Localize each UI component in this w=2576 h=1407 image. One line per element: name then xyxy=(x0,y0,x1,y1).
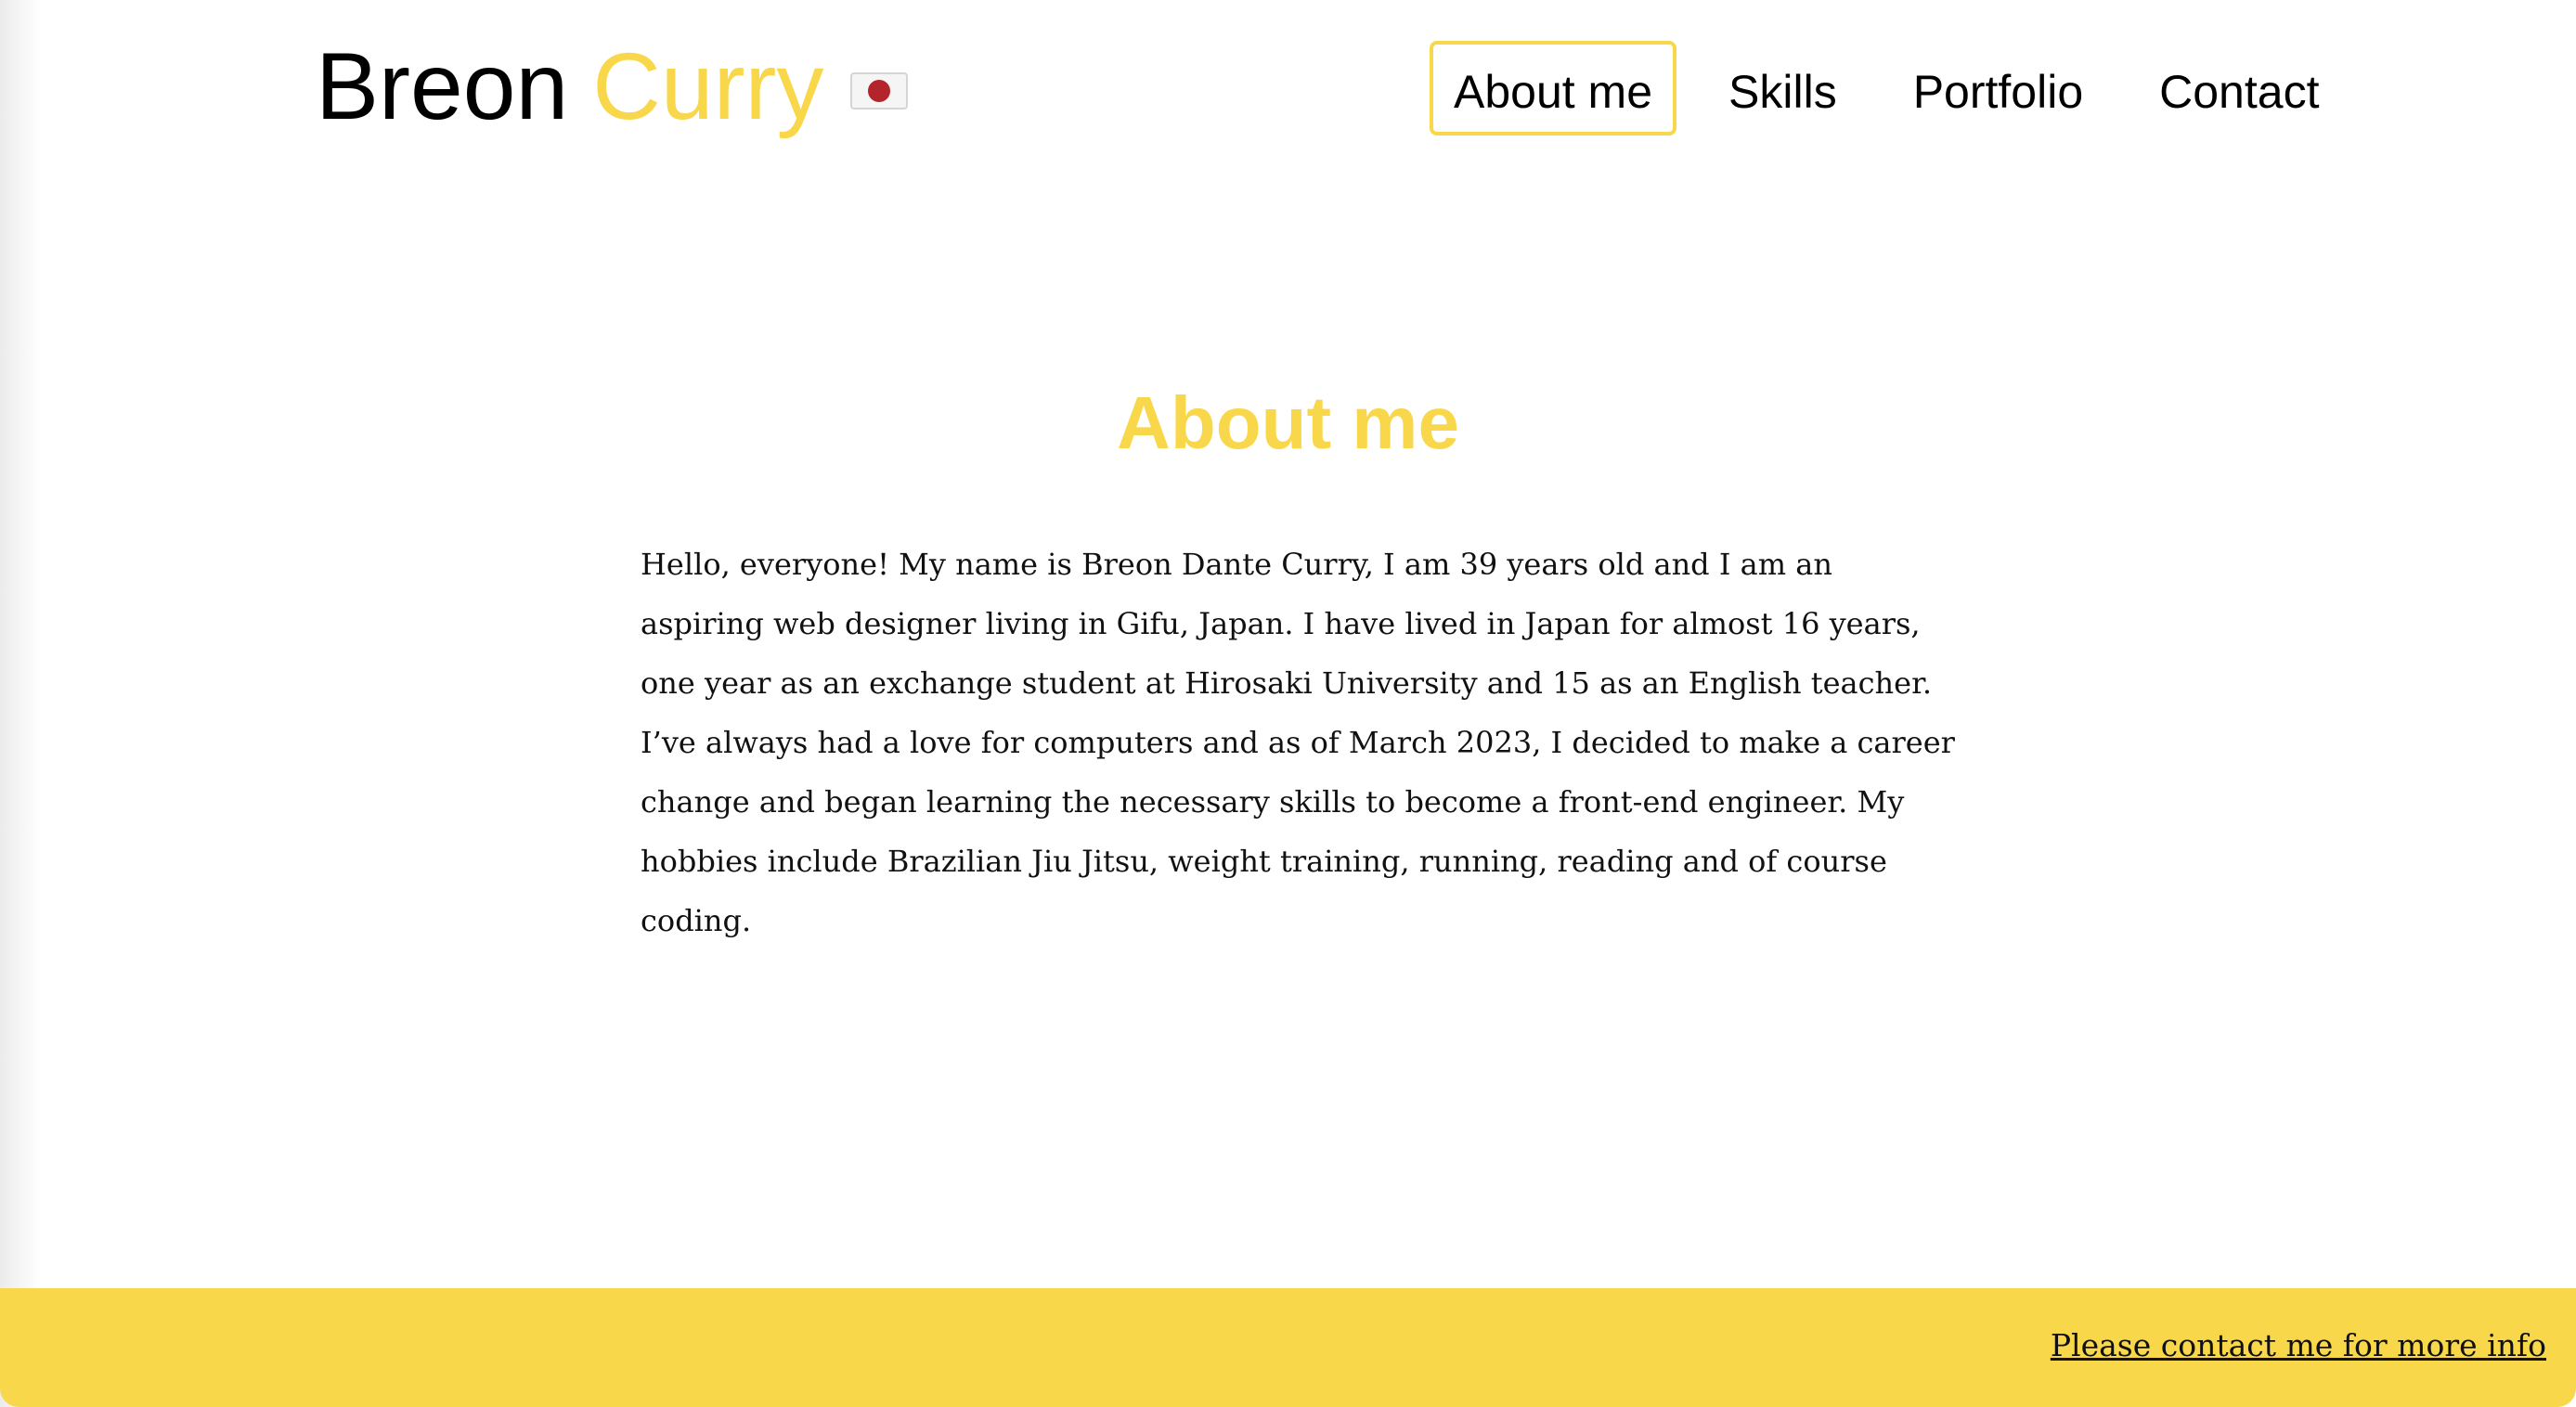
about-title: About me xyxy=(1117,381,1459,464)
left-edge-shadow xyxy=(0,0,41,1407)
main-nav: About me Skills Portfolio Contact xyxy=(1430,39,2371,137)
footer-contact-link[interactable]: Please contact me for more info xyxy=(2051,1327,2546,1363)
brand-logo[interactable]: Breon Curry xyxy=(316,35,908,137)
about-body-text: Hello, everyone! My name is Breon Dante … xyxy=(641,547,1955,938)
flag-red-circle xyxy=(867,80,890,102)
nav-contact[interactable]: Contact xyxy=(2135,41,2343,136)
site-footer: Please contact me for more info xyxy=(0,1288,2576,1407)
nav-skills[interactable]: Skills xyxy=(1704,41,1861,136)
nav-about-me[interactable]: About me xyxy=(1430,41,1677,136)
japan-flag-icon[interactable] xyxy=(849,72,908,110)
brand-first-name: Breon xyxy=(316,33,569,139)
brand-last-name: Curry xyxy=(592,33,824,139)
nav-portfolio[interactable]: Portfolio xyxy=(1889,41,2107,136)
